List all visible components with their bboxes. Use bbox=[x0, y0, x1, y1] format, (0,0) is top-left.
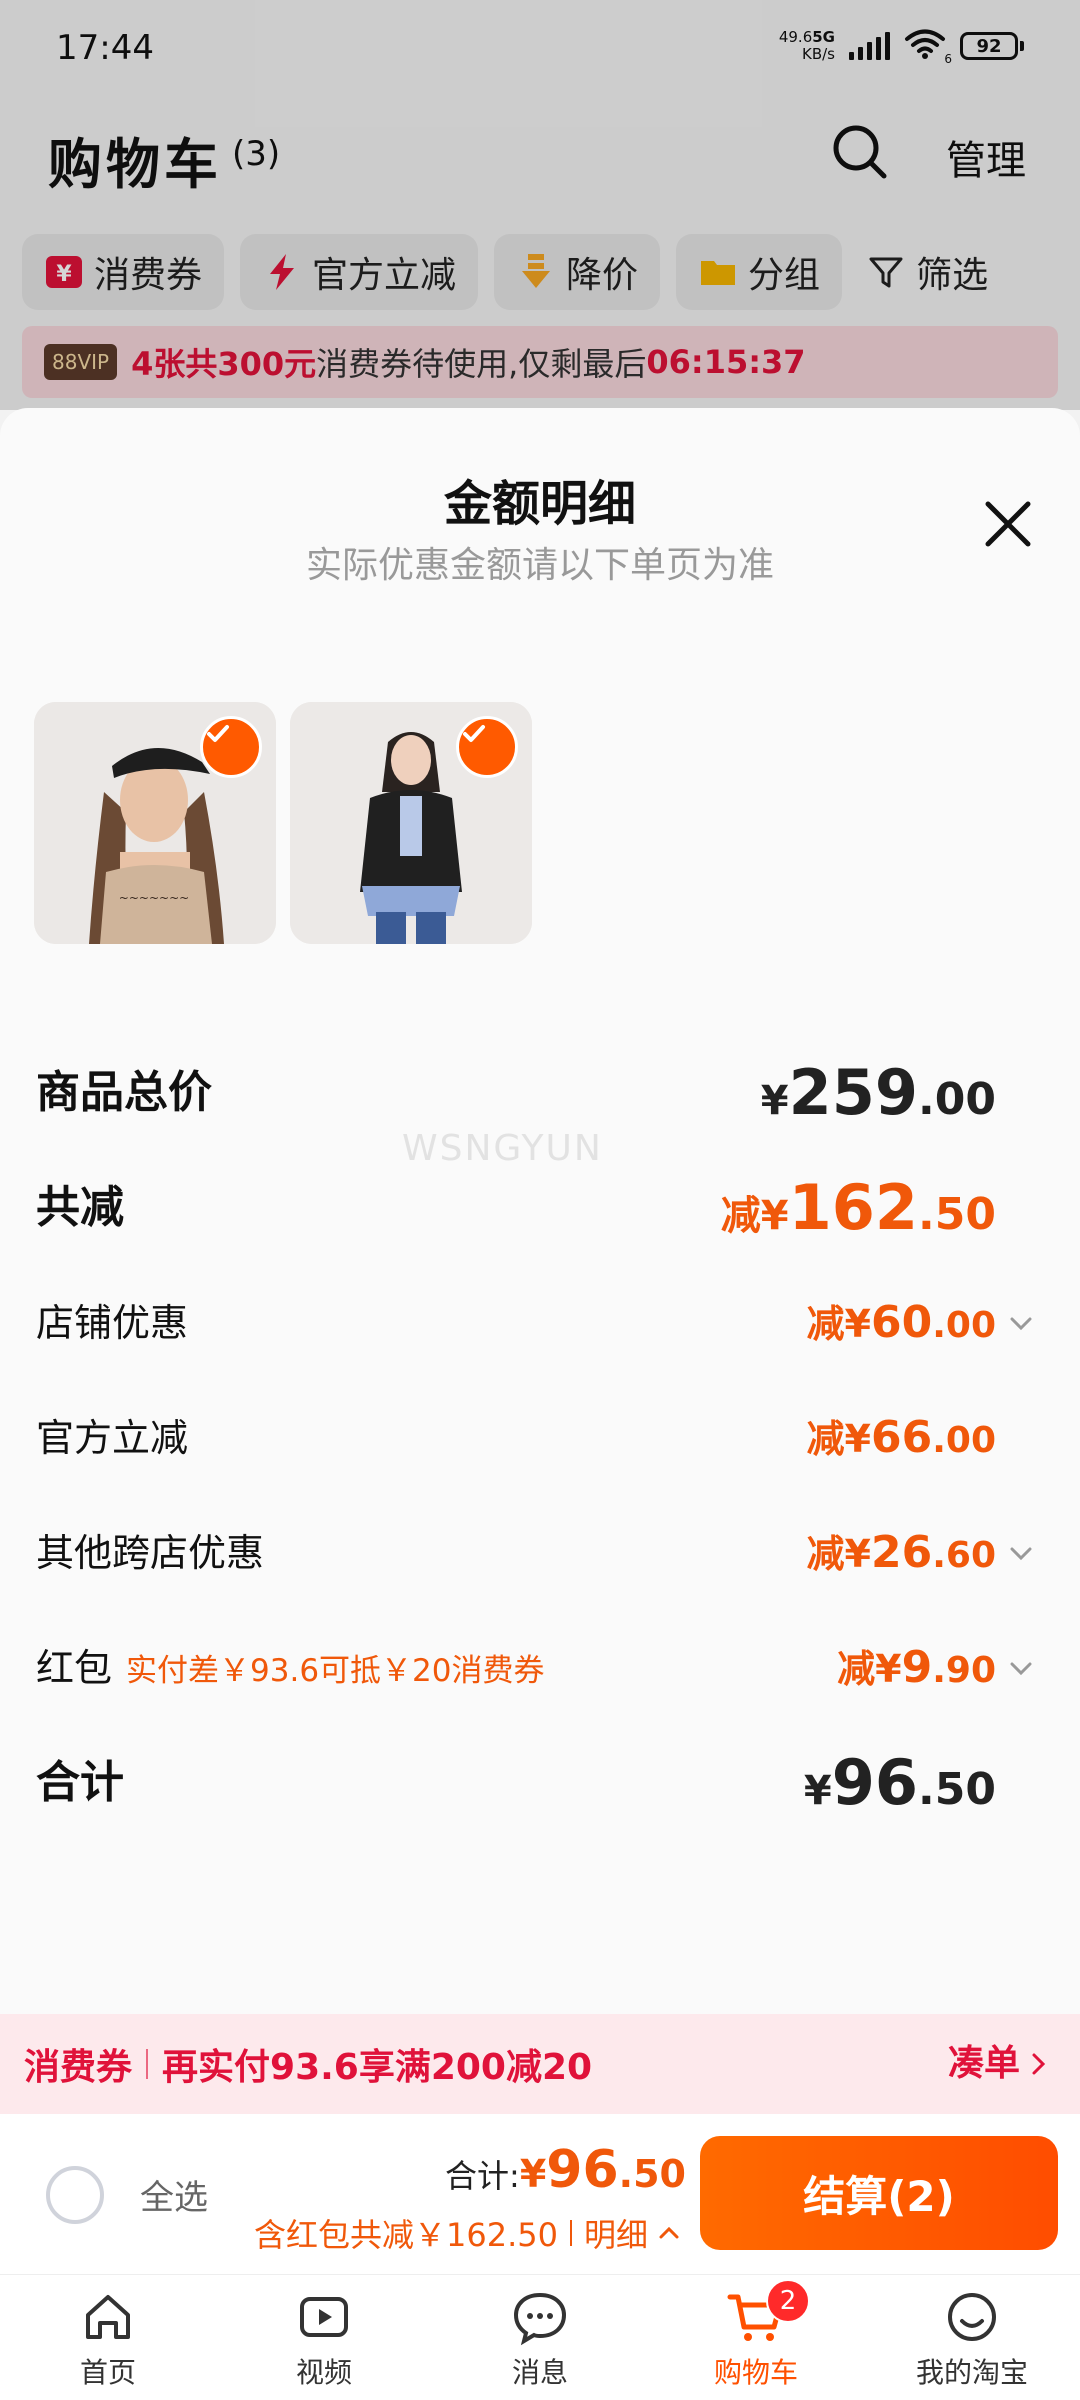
svg-text:~~~~~~~: ~~~~~~~ bbox=[119, 891, 189, 905]
red-packet-label: 红包 实付差￥93.6可抵￥20消费券 bbox=[36, 1646, 545, 1690]
detail-link[interactable]: 明细 bbox=[584, 2210, 648, 2256]
shop-discount-row[interactable]: 店铺优惠 减¥60.00 bbox=[36, 1288, 1036, 1358]
coupon-tag: 消费券 bbox=[24, 2047, 133, 2088]
select-all-radio[interactable] bbox=[46, 2166, 104, 2224]
sheet-title: 金额明细 bbox=[443, 476, 636, 532]
shop-discount-value: 减¥60.00 bbox=[806, 1297, 996, 1348]
cross-shop-discount-label: 其他跨店优惠 bbox=[36, 1531, 265, 1575]
red-packet-value: 减¥9.90 bbox=[837, 1642, 996, 1693]
sum-value: ¥96.50 bbox=[803, 1746, 996, 1819]
sum-label: 合计 bbox=[36, 1757, 124, 1808]
chevron-up-icon bbox=[659, 2226, 679, 2239]
tab-video[interactable]: 视频 bbox=[216, 2275, 432, 2400]
sum-row: 合计 ¥96.50 bbox=[36, 1748, 1036, 1818]
checkout-bar: 全选 合计:¥96.50 含红包共减￥162.50 明细 结算(2) bbox=[0, 2114, 1080, 2274]
add-items-link[interactable]: 凑单 bbox=[948, 2014, 1050, 2114]
check-icon bbox=[456, 716, 518, 778]
total-discount-label: 共减 bbox=[36, 1182, 124, 1233]
tab-message[interactable]: 消息 bbox=[432, 2275, 648, 2400]
chevron-down-icon[interactable] bbox=[1006, 1538, 1036, 1568]
home-icon bbox=[86, 2295, 130, 2339]
checkout-button[interactable]: 结算(2) bbox=[700, 2136, 1058, 2250]
coupon-text: 再实付93.6享满200减20 bbox=[162, 2047, 593, 2088]
chevron-down-icon[interactable] bbox=[1006, 1653, 1036, 1683]
coupon-divider bbox=[146, 2049, 149, 2079]
chevron-right-icon bbox=[1032, 2053, 1046, 2075]
cart-badge: 2 bbox=[766, 2279, 810, 2323]
checkout-total: 合计:¥96.50 bbox=[445, 2140, 686, 2200]
tab-cart[interactable]: 购物车 2 bbox=[648, 2275, 864, 2400]
video-icon bbox=[300, 2297, 348, 2337]
tab-profile[interactable]: 我的淘宝 bbox=[864, 2275, 1080, 2400]
product-thumbnail[interactable]: ~~~~~~~ bbox=[34, 702, 276, 944]
bottom-tab-bar: 首页 视频 消息 购物车 2 我的淘宝 bbox=[0, 2274, 1080, 2400]
coupon-promo-bar: 消费券 再实付93.6享满200减20 凑单 bbox=[0, 2014, 1080, 2114]
discount-summary[interactable]: 含红包共减￥162.50 明细 bbox=[254, 2210, 682, 2256]
total-discount-row: 共减 减¥162.50 bbox=[36, 1173, 1036, 1243]
cross-shop-discount-value: 减¥26.60 bbox=[806, 1527, 996, 1578]
close-icon[interactable] bbox=[978, 494, 1038, 554]
tab-home[interactable]: 首页 bbox=[0, 2275, 216, 2400]
official-discount-value: 减¥66.00 bbox=[806, 1412, 996, 1463]
message-icon bbox=[513, 2292, 567, 2346]
product-thumbnail[interactable] bbox=[290, 702, 532, 944]
check-icon bbox=[200, 716, 262, 778]
sheet-subtitle: 实际优惠金额请以下单页为准 bbox=[305, 545, 774, 586]
red-packet-note: 实付差￥93.6可抵￥20消费券 bbox=[126, 1653, 545, 1689]
official-discount-label: 官方立减 bbox=[36, 1416, 189, 1460]
profile-icon bbox=[948, 2293, 996, 2341]
chevron-down-icon[interactable] bbox=[1006, 1308, 1036, 1338]
red-packet-row[interactable]: 红包 实付差￥93.6可抵￥20消费券 减¥9.90 bbox=[36, 1633, 1036, 1703]
total-discount-value: 减¥162.50 bbox=[720, 1171, 996, 1244]
goods-total-row: 商品总价 ¥259.00 bbox=[36, 1058, 1036, 1128]
dim-overlay[interactable] bbox=[0, 0, 1080, 410]
official-discount-row: 官方立减 减¥66.00 bbox=[36, 1403, 1036, 1473]
product-thumbnails: ~~~~~~~ bbox=[34, 702, 532, 944]
goods-total-label: 商品总价 bbox=[36, 1067, 212, 1118]
shop-discount-label: 店铺优惠 bbox=[36, 1301, 189, 1345]
select-all-label[interactable]: 全选 bbox=[140, 2170, 208, 2219]
goods-total-value: ¥259.00 bbox=[760, 1056, 996, 1129]
amount-detail-sheet: 金额明细 实际优惠金额请以下单页为准 ~~~~~~~ WSNGYUN 商品总价 … bbox=[0, 408, 1080, 2114]
watermark: WSNGYUN bbox=[402, 1128, 603, 1169]
cross-shop-discount-row[interactable]: 其他跨店优惠 减¥26.60 bbox=[36, 1518, 1036, 1588]
